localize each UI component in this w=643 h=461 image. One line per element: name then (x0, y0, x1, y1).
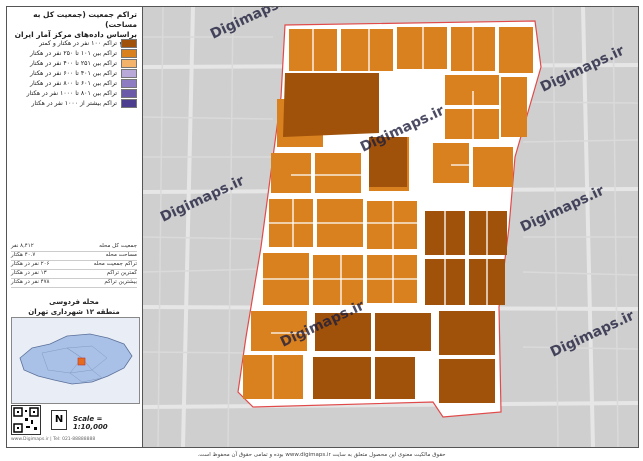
density-map: Digimaps.ir Digimaps.ir Digimaps.ir Digi… (143, 7, 638, 447)
stat-value: ۸,۴۱۲ نفر (11, 243, 34, 249)
stat-label: جمعیت کل محله (99, 243, 137, 249)
legend-swatch-1 (121, 39, 137, 48)
legend-swatch-7 (121, 99, 137, 108)
legend-swatch-4 (121, 69, 137, 78)
north-arrow-icon: N (51, 410, 67, 430)
legend-item-1: تراکم ۱۰۰ نفر در هکتار و کمتر (11, 39, 137, 48)
stat-row-area: مساحت محله ۴۰.۷ هکتار (11, 252, 137, 261)
legend-swatch-5 (121, 79, 137, 88)
publisher-footer: www.Digimaps.ir | Tel: 021-88888888 (11, 437, 96, 442)
legend-item-4: تراکم بین ۴۰۱ تا ۶۰۰ نفر در هکتار (11, 69, 137, 78)
legend-label-4: تراکم بین ۴۰۱ تا ۶۰۰ نفر در هکتار (29, 70, 117, 77)
legend-label-1: تراکم ۱۰۰ نفر در هکتار و کمتر (39, 40, 117, 47)
legend-label-6: تراکم بین ۸۰۱ تا ۱۰۰۰ نفر در هکتار (26, 90, 117, 97)
stat-row-max-density: بیشترین تراکم ۴۷۸ نفر در هکتار (11, 279, 137, 288)
district-name: منطقه ۱۲ شهرداری تهران (28, 308, 120, 316)
neighborhood-name: محله فردوسی (49, 298, 99, 306)
scale-text: Scale = 1:10,000 (73, 415, 108, 431)
stat-label: بیشترین تراکم (104, 279, 137, 285)
legend-swatch-2 (121, 49, 137, 58)
legend-item-2: تراکم بین ۱۰۱ تا ۲۵۰ نفر در هکتار (11, 49, 137, 58)
stat-value: ۴۰.۷ هکتار (11, 252, 36, 258)
legend-item-3: تراکم بین ۲۵۱ تا ۴۰۰ نفر در هکتار (11, 59, 137, 68)
stat-label: تراکم جمعیت محله (93, 261, 137, 267)
stat-label: مساحت محله (105, 252, 137, 258)
legend-label-2: تراکم بین ۱۰۱ تا ۲۵۰ نفر در هکتار (29, 50, 117, 57)
map-canvas: Digimaps.ir Digimaps.ir Digimaps.ir Digi… (143, 7, 638, 447)
stat-row-density: تراکم جمعیت محله ۲۰۶ نفر در هکتار (11, 261, 137, 270)
legend-swatch-3 (121, 59, 137, 68)
stat-row-population: جمعیت کل محله ۸,۴۱۲ نفر (11, 243, 137, 252)
legend-label-5: تراکم بین ۶۰۱ تا ۸۰۰ نفر در هکتار (29, 80, 117, 87)
legend-item-5: تراکم بین ۶۰۱ تا ۸۰۰ نفر در هکتار (11, 79, 137, 88)
legend-item-7: تراکم بیشتر از ۱۰۰۰ نفر در هکتار (11, 99, 137, 108)
legend-label-7: تراکم بیشتر از ۱۰۰۰ نفر در هکتار (31, 100, 117, 107)
qr-code-icon (11, 405, 41, 435)
locator-inset-map (11, 317, 140, 404)
copyright-notice: حقوق مالکیت معنوی این محصول متعلق به سای… (197, 452, 446, 458)
stat-value: ۲۰۶ نفر در هکتار (11, 261, 50, 267)
legend-item-6: تراکم بین ۸۰۱ تا ۱۰۰۰ نفر در هکتار (11, 89, 137, 98)
legend-panel: تراکم جمعیت (جمعیت کل به مساحت) براساس د… (7, 7, 143, 447)
tehran-outline-map (19, 333, 133, 385)
legend-label-3: تراکم بین ۲۵۱ تا ۴۰۰ نفر در هکتار (29, 60, 117, 67)
legend-title-line-1: تراکم جمعیت (جمعیت کل به مساحت) (33, 10, 137, 29)
area-title: محله فردوسی منطقه ۱۲ شهرداری تهران (9, 297, 139, 317)
tehran-boundary (19, 333, 133, 385)
stat-label: کمترین تراکم (106, 270, 137, 276)
map-sheet: تراکم جمعیت (جمعیت کل به مساحت) براساس د… (6, 6, 639, 448)
legend-swatch-6 (121, 89, 137, 98)
stat-row-min-density: کمترین تراکم ۱۳ نفر در هکتار (11, 270, 137, 279)
stat-value: ۱۳ نفر در هکتار (11, 270, 47, 276)
stat-value: ۴۷۸ نفر در هکتار (11, 279, 50, 285)
location-marker (77, 357, 86, 366)
